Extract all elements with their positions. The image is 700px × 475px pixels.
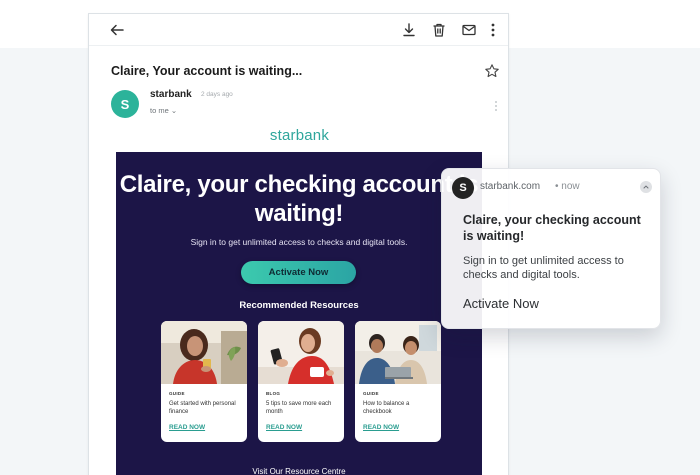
- read-now-link[interactable]: READ NOW: [363, 424, 399, 431]
- hero-title: Claire, your checking account is waiting…: [119, 171, 479, 227]
- read-now-link[interactable]: READ NOW: [169, 424, 205, 431]
- recipient-toggle[interactable]: to me ⌄: [150, 106, 177, 115]
- notification-body: Sign in to get unlimited access to check…: [463, 255, 624, 281]
- brand-logo: starbank: [269, 127, 330, 144]
- card-photo: [355, 321, 441, 384]
- email-hero: Claire, your checking account is waiting…: [116, 152, 482, 475]
- back-arrow-icon[interactable]: [107, 20, 127, 40]
- star-icon[interactable]: [484, 63, 500, 79]
- card-photo: [258, 321, 344, 384]
- card-kicker: GUIDE: [363, 391, 379, 396]
- email-toolbar: [89, 14, 508, 46]
- hero-subtitle: Sign in to get unlimited access to check…: [190, 237, 408, 247]
- email-subject: Claire, Your account is waiting...: [111, 64, 303, 78]
- card-text: How to balance a checkbook: [363, 401, 410, 415]
- email-time: 2 days ago: [201, 91, 233, 98]
- notification-source: starbank.com: [480, 181, 541, 192]
- sender-avatar: S: [111, 90, 139, 118]
- download-icon[interactable]: [399, 20, 419, 40]
- resource-card[interactable]: GUIDE Get started with personal finance …: [161, 321, 247, 442]
- resource-card[interactable]: GUIDE How to balance a checkbook READ NO…: [355, 321, 441, 442]
- more-vert-icon[interactable]: [483, 20, 503, 40]
- read-now-link[interactable]: READ NOW: [266, 424, 302, 431]
- notification-time: • now: [555, 181, 580, 192]
- card-text: 5 tips to save more each month: [266, 401, 332, 415]
- sender-name: starbank: [150, 89, 192, 100]
- resources-title: Recommended Resources: [239, 300, 359, 311]
- card-photo: [161, 321, 247, 384]
- card-text: Get started with personal finance: [169, 401, 236, 415]
- chevron-up-icon[interactable]: [640, 181, 652, 193]
- trash-icon[interactable]: [429, 20, 449, 40]
- notification-avatar: S: [452, 177, 474, 199]
- card-kicker: GUIDE: [169, 391, 185, 396]
- mail-icon[interactable]: [459, 20, 479, 40]
- notification-activate-button[interactable]: Activate Now: [463, 296, 539, 311]
- resource-card[interactable]: BLOG 5 tips to save more each month READ…: [258, 321, 344, 442]
- card-kicker: BLOG: [266, 391, 281, 396]
- message-more-icon[interactable]: [493, 100, 499, 112]
- push-notification[interactable]: S starbank.com • now Claire, your checki…: [441, 168, 661, 329]
- notification-title: Claire, your checking account is waiting…: [463, 213, 641, 243]
- visit-resource-centre-link[interactable]: Visit Our Resource Centre: [116, 467, 482, 475]
- activate-now-button[interactable]: Activate Now: [241, 261, 356, 284]
